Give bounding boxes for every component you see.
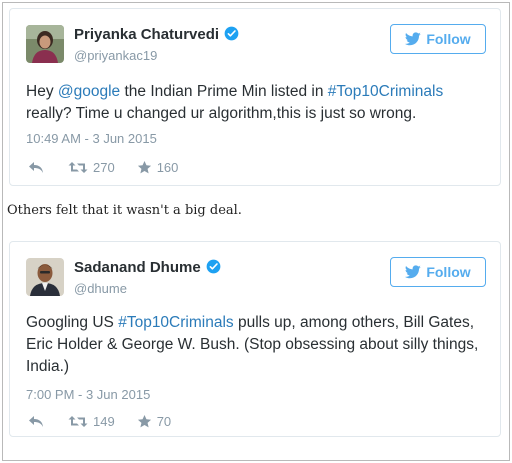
retweet-button[interactable]: 149	[68, 414, 115, 429]
article-screenshot: Priyanka Chaturvedi @priyankac19 Follow …	[2, 2, 510, 461]
tweet-text: Googling US #Top10Criminals pulls up, am…	[26, 314, 479, 375]
retweet-count: 270	[93, 159, 115, 175]
verified-badge-icon	[206, 259, 221, 274]
twitter-bird-icon	[405, 265, 422, 279]
timestamp[interactable]: 7:00 PM - 3 Jun 2015	[26, 387, 150, 402]
hashtag-link[interactable]: #Top10Criminals	[118, 314, 233, 331]
avatar[interactable]	[26, 25, 64, 63]
favorite-star-icon	[137, 160, 151, 173]
reply-button[interactable]	[28, 415, 44, 428]
retweet-button[interactable]: 270	[68, 160, 115, 175]
tweet-text: Hey @google the Indian Prime Min listed …	[26, 83, 444, 122]
mention-link[interactable]: @google	[58, 83, 120, 100]
favorite-count: 160	[156, 159, 179, 175]
timestamp[interactable]: 10:49 AM - 3 Jun 2015	[26, 131, 157, 146]
user-handle[interactable]: @dhume	[74, 281, 127, 296]
favorite-count: 70	[156, 413, 172, 429]
retweet-count: 149	[93, 413, 115, 429]
favorite-star-icon	[137, 414, 151, 427]
user-handle[interactable]: @priyankac19	[74, 48, 157, 63]
hashtag-link[interactable]: #Top10Criminals	[328, 83, 443, 100]
verified-badge-icon	[224, 26, 239, 41]
retweet-icon	[68, 161, 88, 173]
retweet-icon	[68, 415, 88, 427]
tweet-card: Priyanka Chaturvedi @priyankac19 Follow …	[9, 8, 501, 186]
follow-button[interactable]: Follow	[390, 257, 486, 287]
favorite-button[interactable]: 160	[137, 159, 179, 175]
display-name[interactable]: Priyanka Chaturvedi	[74, 26, 239, 43]
article-text: Others felt that it wasn't a big deal.	[7, 203, 242, 218]
follow-button[interactable]: Follow	[390, 24, 486, 54]
reply-button[interactable]	[28, 161, 44, 174]
tweet-actions: 270 160	[28, 158, 178, 176]
tweet-card: Sadanand Dhume @dhume Follow Googling US…	[9, 241, 501, 437]
tweet-actions: 149 70	[28, 412, 171, 430]
twitter-bird-icon	[405, 32, 422, 46]
favorite-button[interactable]: 70	[137, 414, 171, 429]
reply-icon	[29, 415, 43, 427]
reply-icon	[29, 161, 43, 173]
avatar[interactable]	[26, 258, 64, 296]
display-name[interactable]: Sadanand Dhume	[74, 259, 221, 276]
